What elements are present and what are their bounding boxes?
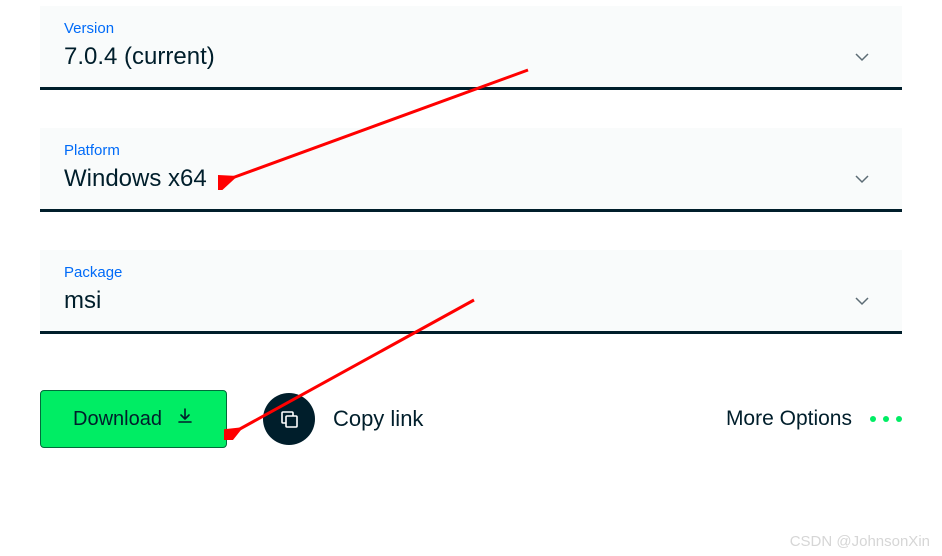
version-label: Version [64, 20, 854, 37]
version-value: 7.0.4 (current) [64, 43, 854, 71]
more-options-button[interactable]: More Options [726, 407, 902, 431]
watermark: CSDN @JohnsonXin [790, 533, 930, 550]
platform-content: Platform Windows x64 [64, 142, 854, 193]
more-options-label: More Options [726, 407, 852, 431]
version-content: Version 7.0.4 (current) [64, 20, 854, 71]
platform-label: Platform [64, 142, 854, 159]
platform-value: Windows x64 [64, 165, 854, 193]
download-icon [176, 407, 194, 431]
copy-link-label: Copy link [333, 406, 423, 432]
package-label: Package [64, 264, 854, 281]
more-icon [870, 416, 902, 422]
chevron-down-icon [854, 171, 870, 187]
chevron-down-icon [854, 49, 870, 65]
version-select[interactable]: Version 7.0.4 (current) [40, 6, 902, 90]
package-content: Package msi [64, 264, 854, 315]
download-button-label: Download [73, 408, 162, 431]
download-form: Version 7.0.4 (current) Platform Windows… [0, 0, 942, 448]
package-select[interactable]: Package msi [40, 250, 902, 334]
platform-select[interactable]: Platform Windows x64 [40, 128, 902, 212]
chevron-down-icon [854, 293, 870, 309]
copy-link-button[interactable]: Copy link [263, 393, 423, 445]
package-value: msi [64, 287, 854, 315]
actions-row: Download Copy link More Options [40, 372, 902, 448]
copy-icon [263, 393, 315, 445]
download-button[interactable]: Download [40, 390, 227, 448]
